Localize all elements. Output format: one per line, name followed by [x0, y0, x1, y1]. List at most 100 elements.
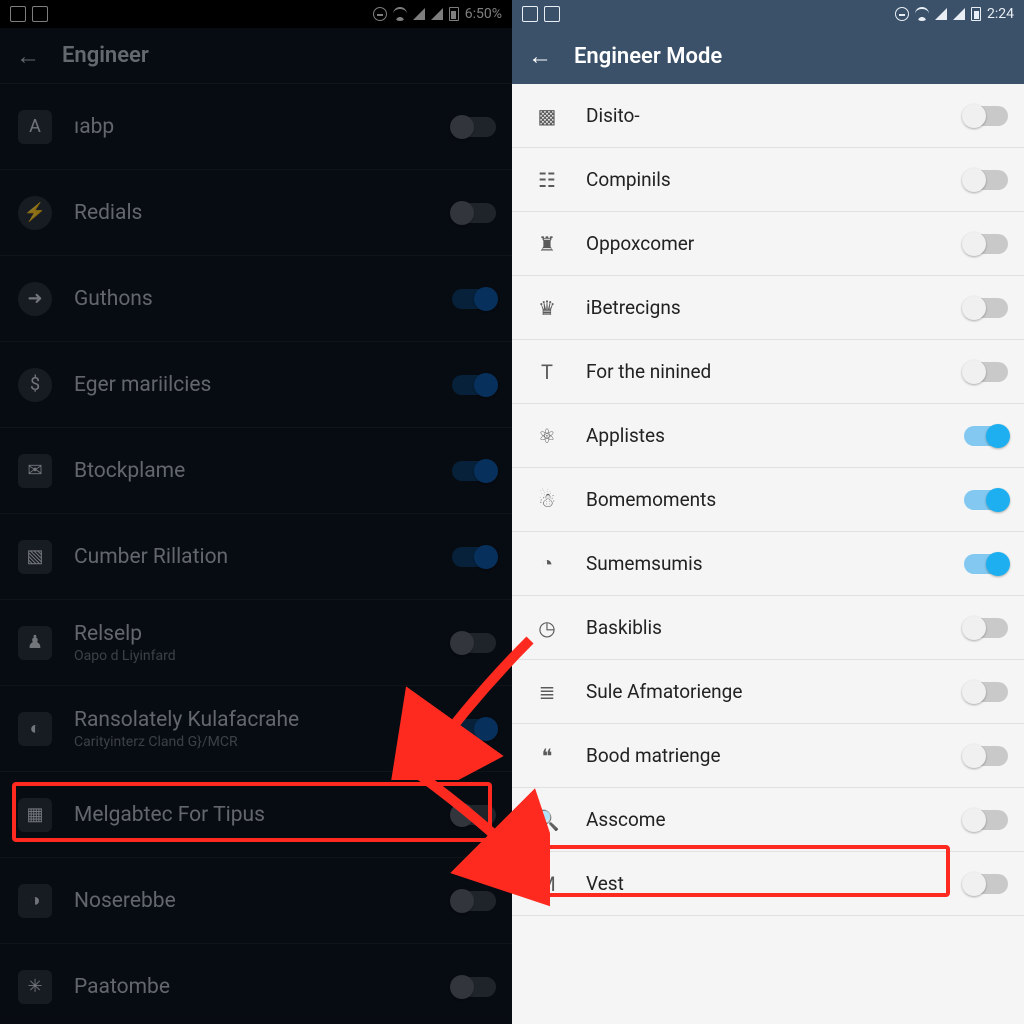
- right-screenshot: 2:24 ← Engineer Mode ▩Disito-☷Compinils♜…: [512, 0, 1024, 1024]
- toggle-knob: [962, 808, 986, 832]
- toggle-knob: [962, 168, 986, 192]
- toggle-knob: [450, 975, 474, 999]
- toggle-switch[interactable]: [452, 289, 496, 309]
- toggle-switch[interactable]: [964, 554, 1008, 574]
- app-bar-right: ← Engineer Mode: [512, 28, 1024, 84]
- row-labels: Bood matrienge: [564, 744, 964, 767]
- row-icon: T: [530, 355, 564, 389]
- row-icon: ☃: [530, 483, 564, 517]
- toggle-switch[interactable]: [452, 805, 496, 825]
- settings-row[interactable]: ♜Oppoxcomer: [512, 212, 1024, 276]
- toggle-switch[interactable]: [452, 117, 496, 137]
- row-label: Disito-: [586, 104, 964, 127]
- toggle-switch[interactable]: [964, 746, 1008, 766]
- row-icon: ◷: [530, 611, 564, 645]
- settings-row[interactable]: ▩Disito-: [512, 84, 1024, 148]
- row-label: Sumemsumis: [586, 552, 964, 575]
- status-time: 6:50%: [465, 6, 502, 22]
- toggle-knob: [450, 115, 474, 139]
- toggle-switch[interactable]: [452, 203, 496, 223]
- back-icon[interactable]: ←: [528, 44, 552, 68]
- battery-icon: [971, 7, 981, 21]
- toggle-switch[interactable]: [964, 106, 1008, 126]
- row-labels: For the ninined: [564, 360, 964, 383]
- toggle-knob: [962, 680, 986, 704]
- toggle-knob: [986, 488, 1010, 512]
- settings-row[interactable]: ◐Ransolately KulafacraheCarityinterz Cla…: [0, 686, 512, 772]
- settings-row[interactable]: ⚛Applistes: [512, 404, 1024, 468]
- toggle-knob: [962, 232, 986, 256]
- sync-icon: [895, 7, 909, 21]
- row-icon: ☷: [530, 163, 564, 197]
- row-labels: Sule Afmatorienge: [564, 680, 964, 703]
- row-icon: 🔍: [530, 803, 564, 837]
- toggle-switch[interactable]: [964, 170, 1008, 190]
- sync-icon: [373, 7, 387, 21]
- toggle-switch[interactable]: [452, 891, 496, 911]
- toggle-switch[interactable]: [452, 633, 496, 653]
- back-icon[interactable]: ←: [16, 44, 40, 68]
- row-icon: ✳: [18, 970, 52, 1004]
- row-label: For the ninined: [586, 360, 964, 383]
- toggle-switch[interactable]: [964, 874, 1008, 894]
- toggle-switch[interactable]: [964, 362, 1008, 382]
- toggle-switch[interactable]: [964, 426, 1008, 446]
- settings-row[interactable]: ▦Melgabtec For Tipus: [0, 772, 512, 858]
- settings-row[interactable]: T For the ninined: [512, 340, 1024, 404]
- settings-row[interactable]: MVest: [512, 852, 1024, 916]
- settings-row[interactable]: ☃Bomemoments: [512, 468, 1024, 532]
- row-label: Eger mariilcies: [74, 373, 452, 397]
- settings-row[interactable]: ◷Baskiblis: [512, 596, 1024, 660]
- settings-row[interactable]: ❝Bood matrienge: [512, 724, 1024, 788]
- settings-row[interactable]: ◑Noserebbe: [0, 858, 512, 944]
- toggle-knob: [962, 744, 986, 768]
- settings-row[interactable]: 🔍Asscome: [512, 788, 1024, 852]
- toggle-switch[interactable]: [452, 977, 496, 997]
- toggle-switch[interactable]: [964, 682, 1008, 702]
- settings-list-left: Aıabp⚡Redials➜Guthons$Eger mariilcies✉Bt…: [0, 84, 512, 1024]
- settings-list-right: ▩Disito-☷Compinils♜Oppoxcomer♛iBetrecign…: [512, 84, 1024, 1024]
- toggle-knob: [474, 545, 498, 569]
- row-labels: Redials: [52, 201, 452, 225]
- toggle-switch[interactable]: [964, 618, 1008, 638]
- settings-row[interactable]: ≣Sule Afmatorienge: [512, 660, 1024, 724]
- toggle-knob: [474, 373, 498, 397]
- toggle-switch[interactable]: [452, 461, 496, 481]
- settings-row[interactable]: ✳ Paatombe: [0, 944, 512, 1024]
- row-icon: ⚡: [18, 196, 52, 230]
- toggle-switch[interactable]: [964, 490, 1008, 510]
- status-bar-left: 6:50%: [0, 0, 512, 28]
- row-icon: ✉: [18, 454, 52, 488]
- settings-row[interactable]: ▧Cumber Rillation: [0, 514, 512, 600]
- row-label: Cumber Rillation: [74, 545, 452, 569]
- row-label: Noserebbe: [74, 889, 452, 913]
- row-label: Paatombe: [74, 975, 452, 999]
- toggle-switch[interactable]: [452, 375, 496, 395]
- row-label: ıabp: [74, 115, 452, 139]
- toggle-knob: [962, 360, 986, 384]
- row-labels: Btockplame: [52, 459, 452, 483]
- row-labels: Eger mariilcies: [52, 373, 452, 397]
- row-labels: ıabp: [52, 115, 452, 139]
- toggle-switch[interactable]: [452, 719, 496, 739]
- row-labels: RelselpOapo d Liyinfard: [52, 622, 452, 664]
- row-label: Ransolately Kulafacrahe: [74, 708, 452, 732]
- settings-row[interactable]: ◔Sumemsumis: [512, 532, 1024, 596]
- settings-row[interactable]: ➜Guthons: [0, 256, 512, 342]
- settings-row[interactable]: ⚡Redials: [0, 170, 512, 256]
- row-icon: A: [18, 110, 52, 144]
- settings-row[interactable]: ♟RelselpOapo d Liyinfard: [0, 600, 512, 686]
- row-icon: ♜: [530, 227, 564, 261]
- settings-row[interactable]: $Eger mariilcies: [0, 342, 512, 428]
- settings-row[interactable]: ♛iBetrecigns: [512, 276, 1024, 340]
- toggle-knob: [986, 552, 1010, 576]
- toggle-switch[interactable]: [964, 234, 1008, 254]
- toggle-switch[interactable]: [964, 810, 1008, 830]
- settings-row[interactable]: ☷Compinils: [512, 148, 1024, 212]
- row-labels: Applistes: [564, 424, 964, 447]
- toggle-switch[interactable]: [452, 547, 496, 567]
- toggle-switch[interactable]: [964, 298, 1008, 318]
- row-labels: Paatombe: [52, 975, 452, 999]
- settings-row[interactable]: Aıabp: [0, 84, 512, 170]
- settings-row[interactable]: ✉Btockplame: [0, 428, 512, 514]
